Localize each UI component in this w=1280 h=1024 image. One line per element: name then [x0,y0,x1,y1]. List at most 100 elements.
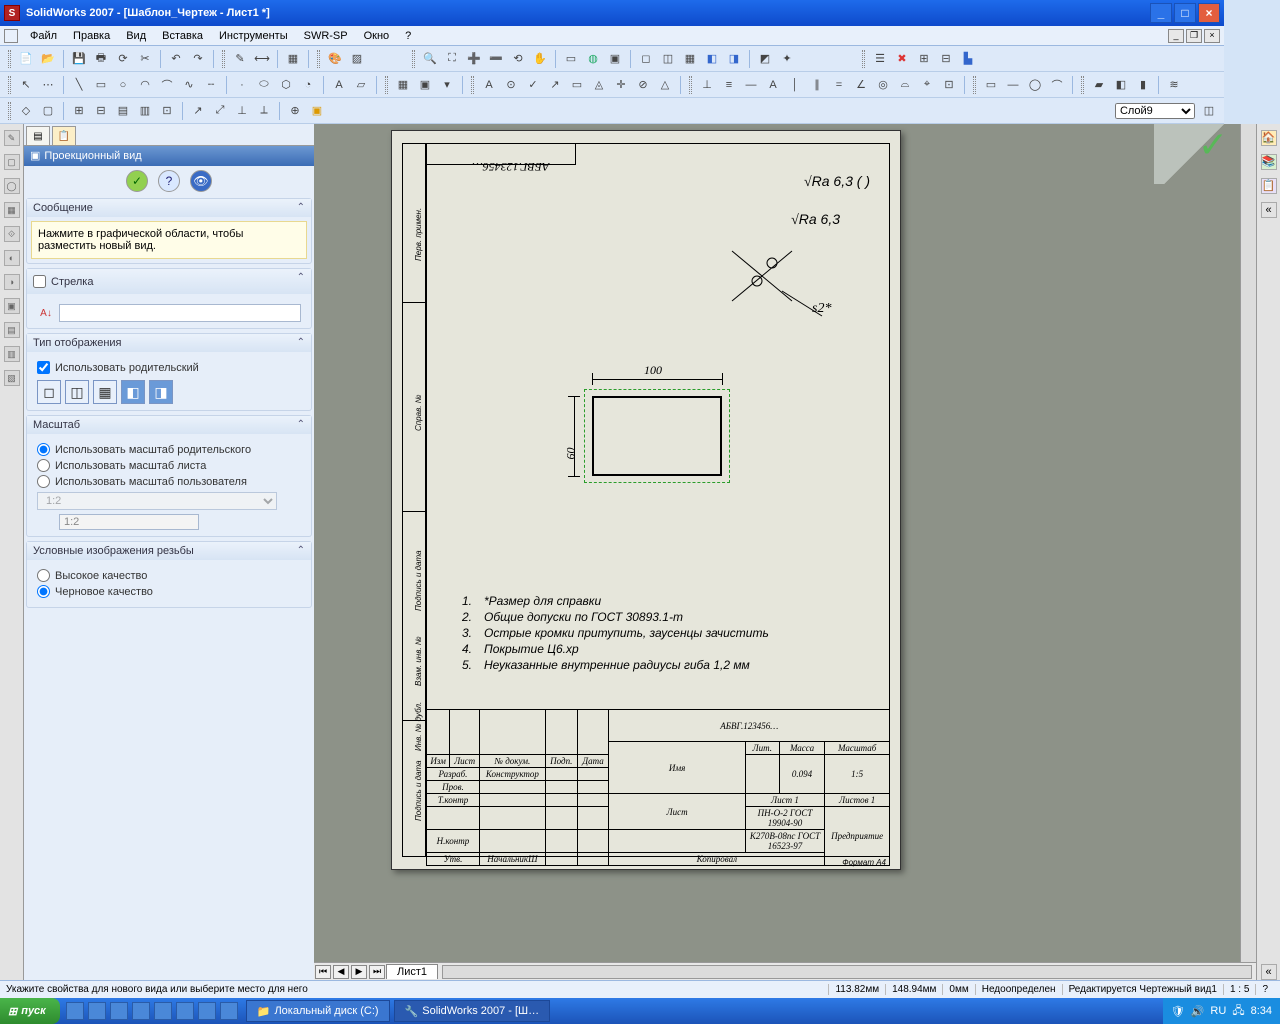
use-parent-checkbox[interactable] [37,361,50,374]
rebuild-icon[interactable]: ⟳ [113,49,133,69]
arrow-checkbox[interactable] [33,275,46,288]
color-icon[interactable]: 🎨 [325,49,345,69]
menu-window[interactable]: Окно [356,28,398,44]
angle-icon[interactable]: ∠ [851,75,871,95]
print-icon[interactable]: 🖶 [91,49,111,69]
cmd8-icon[interactable]: ▣ [4,298,20,314]
collapse-icon[interactable]: ⌃ [297,337,305,349]
balloon-icon[interactable]: ⊙ [501,75,521,95]
menu-help[interactable]: ? [397,28,419,44]
tray-icon[interactable]: 🛡 [1171,1005,1185,1018]
confirm-corner-icon[interactable] [1154,124,1234,184]
hscrollbar[interactable] [442,965,1252,979]
hatch1-icon[interactable]: ▦ [393,75,413,95]
expand2-icon[interactable]: « [1261,964,1277,980]
annot-rect-icon[interactable]: ▭ [981,75,1001,95]
section-icon[interactable]: ◩ [755,49,775,69]
color2-icon[interactable]: ▮ [1133,75,1153,95]
drawing-canvas[interactable]: АБВГ.123456… √Ra 6,3 ( ) √Ra 6,3 s2* 100 [314,124,1256,980]
coinc-icon[interactable]: ≡ [719,75,739,95]
task-explorer[interactable]: 📁 Локальный диск (C:) [246,1000,390,1022]
maximize-button[interactable]: □ [1174,3,1196,23]
menu-tools[interactable]: Инструменты [211,28,296,44]
cmd5-icon[interactable]: ⟐ [4,226,20,242]
sheet-next-icon[interactable]: ▶ [351,965,367,979]
shaded-icon[interactable]: ◍ [583,49,603,69]
rel13-icon[interactable]: ▣ [307,101,327,121]
close-button[interactable]: × [1198,3,1220,23]
cmd6-icon[interactable]: ◐ [4,250,20,266]
rect-icon[interactable]: ▭ [91,75,111,95]
scale-parent-radio[interactable] [37,443,50,456]
cmd7-icon[interactable]: ◑ [4,274,20,290]
rel4-icon[interactable]: ⊟ [91,101,111,121]
vert-icon[interactable]: │ [785,75,805,95]
hlr-icon[interactable]: ◫ [658,49,678,69]
collapse-icon[interactable]: ⌃ [297,419,305,431]
zoom-area-icon[interactable]: ⛶ [442,49,462,69]
collapse-icon[interactable]: ⌃ [297,272,305,291]
ql-icon[interactable] [110,1002,128,1020]
rel1-icon[interactable]: ◇ [16,101,36,121]
gtol-icon[interactable]: ▭ [567,75,587,95]
tray-icon[interactable]: 🖧 [1232,1002,1244,1021]
menu-view[interactable]: Вид [118,28,154,44]
cmd4-icon[interactable]: ▦ [4,202,20,218]
sym-icon[interactable]: ⌖ [917,75,937,95]
menu-insert[interactable]: Вставка [154,28,211,44]
linetype-icon[interactable]: ≋ [1164,75,1184,95]
ql-icon[interactable] [198,1002,216,1020]
redo-icon[interactable]: ↷ [188,49,208,69]
menu-swr[interactable]: SWR-SP [296,28,356,44]
shaded2-icon[interactable]: ◨ [724,49,744,69]
cmd10-icon[interactable]: ▥ [4,346,20,362]
expand-icon[interactable]: « [1261,202,1277,218]
ok-button[interactable]: ✓ [126,170,148,192]
rotate-icon[interactable]: ⟲ [508,49,528,69]
note-icon[interactable]: A [479,75,499,95]
ql-icon[interactable] [132,1002,150,1020]
status-help-icon[interactable]: ? [1255,984,1274,995]
help-button[interactable]: ? [158,170,180,192]
point-icon[interactable]: · [232,75,252,95]
pan-icon[interactable]: ✋ [530,49,550,69]
partial-icon[interactable]: ◔ [298,75,318,95]
scale-sheet-radio[interactable] [37,459,50,472]
sfinish-icon[interactable]: ✓ [523,75,543,95]
sheet-last-icon[interactable]: ⏭ [369,965,385,979]
parallel-icon[interactable]: ∥ [807,75,827,95]
sheet-tab[interactable]: Лист1 [386,964,438,979]
home-icon[interactable]: 🏠 [1261,130,1277,146]
preview-button[interactable]: 👁 [190,170,212,192]
ql-icon[interactable] [154,1002,172,1020]
collision-icon[interactable]: ✖ [892,49,912,69]
cmd2-icon[interactable]: ▢ [4,154,20,170]
hlv-icon[interactable]: ▦ [680,49,700,69]
minimize-button[interactable]: _ [1150,3,1172,23]
datum-icon[interactable]: ◬ [589,75,609,95]
line-icon[interactable]: ╲ [69,75,89,95]
thread-hq-radio[interactable] [37,569,50,582]
layer-props-icon[interactable]: ◫ [1199,101,1219,121]
rel7-icon[interactable]: ⊡ [157,101,177,121]
selfilter-icon[interactable]: ☰ [870,49,890,69]
rel2-icon[interactable]: ▢ [38,101,58,121]
new-icon[interactable]: 📄 [16,49,36,69]
sheet-first-icon[interactable]: ⏮ [315,965,331,979]
concentric-icon[interactable]: ◎ [873,75,893,95]
wireframe-icon[interactable]: ◻ [636,49,656,69]
annot-arc-icon[interactable]: ⌒ [1047,75,1067,95]
plane-icon[interactable]: ▱ [351,75,371,95]
rel3-icon[interactable]: ⊞ [69,101,89,121]
select-icon[interactable]: ↖ [16,75,36,95]
grid3-icon[interactable]: ⊟ [936,49,956,69]
cut-icon[interactable]: ✂ [135,49,155,69]
rel8-icon[interactable]: ↗ [188,101,208,121]
ql-icon[interactable] [176,1002,194,1020]
doc-close[interactable]: × [1204,29,1220,43]
equal-icon[interactable]: = [829,75,849,95]
task-solidworks[interactable]: 🔧 SolidWorks 2007 - [Ш… [394,1000,551,1022]
realview-icon[interactable]: ✦ [777,49,797,69]
thread-draft-radio[interactable] [37,585,50,598]
rel9-icon[interactable]: ⤢ [210,101,230,121]
